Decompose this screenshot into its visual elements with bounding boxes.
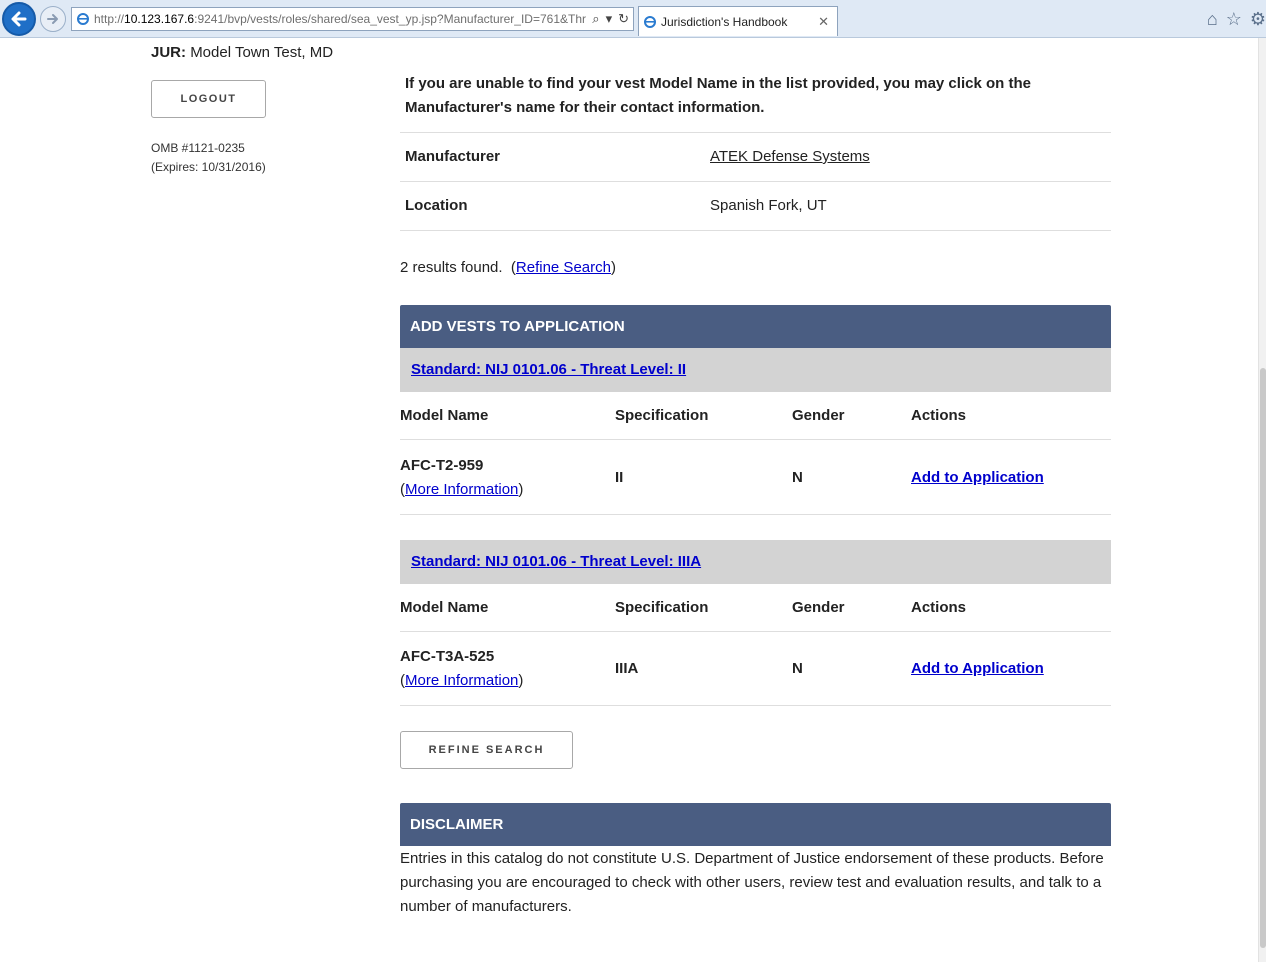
address-tools: ⌕ ▾ ↻	[588, 11, 629, 27]
browser-icons: ⌂ ☆ ⚙	[1207, 9, 1266, 29]
url-host: 10.123.167.6	[124, 12, 195, 26]
col-model-name: Model Name	[400, 599, 489, 616]
col-gender: Gender	[792, 599, 845, 616]
manufacturer-row: Manufacturer ATEK Defense Systems	[400, 132, 1111, 181]
standard-link[interactable]: Standard: NIJ 0101.06 - Threat Level: II	[411, 361, 686, 378]
col-actions: Actions	[911, 599, 967, 616]
table-row: AFC-T2-959 (More Information) II N Add t…	[400, 441, 1111, 515]
tab-title: Jurisdiction's Handbook	[661, 14, 788, 29]
jur-label: JUR:	[151, 44, 187, 61]
browser-toolbar: http://10.123.167.6:9241/bvp/vests/roles…	[0, 0, 1266, 38]
add-vests-panel-header: ADD VESTS TO APPLICATION	[400, 305, 1111, 348]
intro-line-2: Manufacturer's name for their contact in…	[405, 99, 765, 116]
intro-line-1: If you are unable to find your vest Mode…	[405, 75, 1031, 92]
disclaimer-header: DISCLAIMER	[400, 803, 1111, 846]
jurisdiction-info: JUR: Model Town Test, MD	[151, 44, 333, 61]
table-header: Model Name Specification Gender Actions	[400, 392, 1111, 440]
col-model-name: Model Name	[400, 407, 489, 424]
model-name: AFC-T2-959	[400, 457, 484, 474]
logout-button[interactable]: LOGOUT	[151, 80, 266, 118]
gender-value: N	[792, 469, 803, 486]
omb-expires: (Expires: 10/31/2016)	[151, 160, 266, 174]
results-count: 2 results found.	[400, 259, 503, 276]
vertical-scrollbar[interactable]	[1258, 38, 1266, 962]
omb-info: OMB #1121-0235 (Expires: 10/31/2016)	[151, 139, 266, 177]
ie-page-icon	[77, 13, 89, 25]
forward-arrow-icon	[47, 14, 58, 24]
ie-page-icon	[644, 15, 656, 28]
address-bar[interactable]: http://10.123.167.6:9241/bvp/vests/roles…	[71, 7, 634, 31]
forward-button[interactable]	[40, 6, 66, 32]
settings-gear-icon[interactable]: ⚙	[1250, 9, 1266, 29]
more-info: (More Information)	[400, 481, 524, 498]
add-to-application-link[interactable]: Add to Application	[911, 469, 1044, 486]
model-name: AFC-T3A-525	[400, 648, 495, 665]
standard-bar: Standard: NIJ 0101.06 - Threat Level: II	[400, 348, 1111, 392]
location-value: Spanish Fork, UT	[710, 197, 827, 214]
location-label: Location	[405, 197, 468, 214]
col-specification: Specification	[615, 407, 709, 424]
browser-tab[interactable]: Jurisdiction's Handbook ✕	[638, 6, 838, 36]
col-actions: Actions	[911, 407, 967, 424]
divider	[400, 230, 1111, 231]
more-information-link[interactable]: More Information	[405, 672, 518, 689]
more-information-link[interactable]: More Information	[405, 481, 518, 498]
add-to-application-link[interactable]: Add to Application	[911, 660, 1044, 677]
specification-value: II	[615, 469, 624, 486]
specification-value: IIIA	[615, 660, 639, 677]
table-row: AFC-T3A-525 (More Information) IIIA N Ad…	[400, 632, 1111, 706]
back-button[interactable]	[2, 2, 36, 36]
favorites-star-icon[interactable]: ☆	[1226, 9, 1242, 29]
search-icon[interactable]: ⌕	[592, 11, 599, 27]
refresh-icon[interactable]: ↻	[618, 11, 629, 27]
home-icon[interactable]: ⌂	[1207, 9, 1218, 29]
table-header: Model Name Specification Gender Actions	[400, 584, 1111, 632]
scrollbar-thumb[interactable]	[1260, 368, 1266, 948]
results-summary: 2 results found. (Refine Search)	[400, 259, 616, 276]
tab-close-icon[interactable]: ✕	[818, 14, 829, 30]
omb-number: OMB #1121-0235	[151, 141, 245, 155]
refine-search-link[interactable]: Refine Search	[516, 259, 611, 276]
jur-value: Model Town Test, MD	[190, 44, 334, 61]
back-arrow-icon	[11, 11, 27, 27]
standard-link[interactable]: Standard: NIJ 0101.06 - Threat Level: II…	[411, 553, 701, 570]
refine-search-button[interactable]: REFINE SEARCH	[400, 731, 573, 769]
intro-text: If you are unable to find your vest Mode…	[405, 72, 1105, 120]
disclaimer-text: Entries in this catalog do not constitut…	[400, 850, 1104, 915]
col-specification: Specification	[615, 599, 709, 616]
col-gender: Gender	[792, 407, 845, 424]
url-path: :9241/bvp/vests/roles/shared/sea_vest_yp…	[194, 12, 586, 26]
more-info: (More Information)	[400, 672, 524, 689]
manufacturer-link[interactable]: ATEK Defense Systems	[710, 148, 870, 165]
location-row: Location Spanish Fork, UT	[400, 181, 1111, 230]
standard-bar: Standard: NIJ 0101.06 - Threat Level: II…	[400, 540, 1111, 584]
dropdown-icon[interactable]: ▾	[606, 11, 613, 27]
url-prefix: http://	[94, 12, 125, 26]
gender-value: N	[792, 660, 803, 677]
manufacturer-label: Manufacturer	[405, 148, 501, 165]
